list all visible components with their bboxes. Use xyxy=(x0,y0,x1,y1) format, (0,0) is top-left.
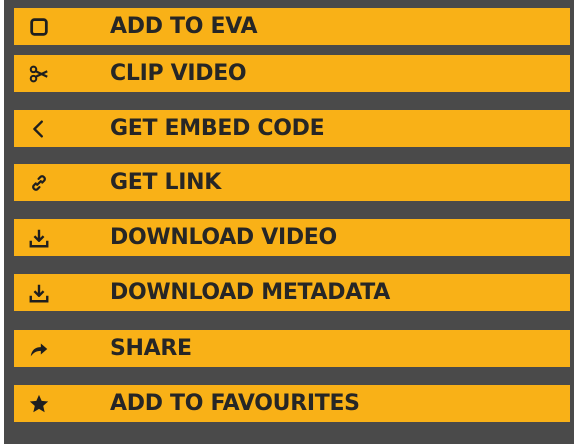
star-icon xyxy=(28,393,68,415)
menu-item-label: DOWNLOAD VIDEO xyxy=(110,225,337,250)
menu-item-label: GET EMBED CODE xyxy=(110,116,325,141)
download-icon xyxy=(28,227,68,249)
menu-item-get-link[interactable]: GET LINK xyxy=(14,164,570,201)
action-menu: ADD TO EVA CLIP VIDEO GET EMBED CODE GET… xyxy=(4,0,574,444)
menu-item-share[interactable]: SHARE xyxy=(14,330,570,367)
menu-item-clip-video[interactable]: CLIP VIDEO xyxy=(14,55,570,92)
link-icon xyxy=(28,172,68,194)
menu-item-label: SHARE xyxy=(110,336,192,361)
download-icon xyxy=(28,282,68,304)
square-outline-icon xyxy=(28,16,68,38)
menu-item-label: DOWNLOAD METADATA xyxy=(110,280,390,305)
menu-item-label: ADD TO FAVOURITES xyxy=(110,391,360,416)
menu-item-download-video[interactable]: DOWNLOAD VIDEO xyxy=(14,219,570,256)
chevron-left-icon xyxy=(28,118,68,140)
menu-item-add-to-favourites[interactable]: ADD TO FAVOURITES xyxy=(14,385,570,422)
menu-item-download-metadata[interactable]: DOWNLOAD METADATA xyxy=(14,274,570,311)
menu-item-add-to-eva[interactable]: ADD TO EVA xyxy=(14,8,570,45)
menu-item-get-embed-code[interactable]: GET EMBED CODE xyxy=(14,110,570,147)
menu-item-label: CLIP VIDEO xyxy=(110,61,247,86)
menu-item-label: ADD TO EVA xyxy=(110,14,258,39)
scissors-icon xyxy=(28,63,68,85)
share-arrow-icon xyxy=(28,338,68,360)
menu-item-label: GET LINK xyxy=(110,170,222,195)
